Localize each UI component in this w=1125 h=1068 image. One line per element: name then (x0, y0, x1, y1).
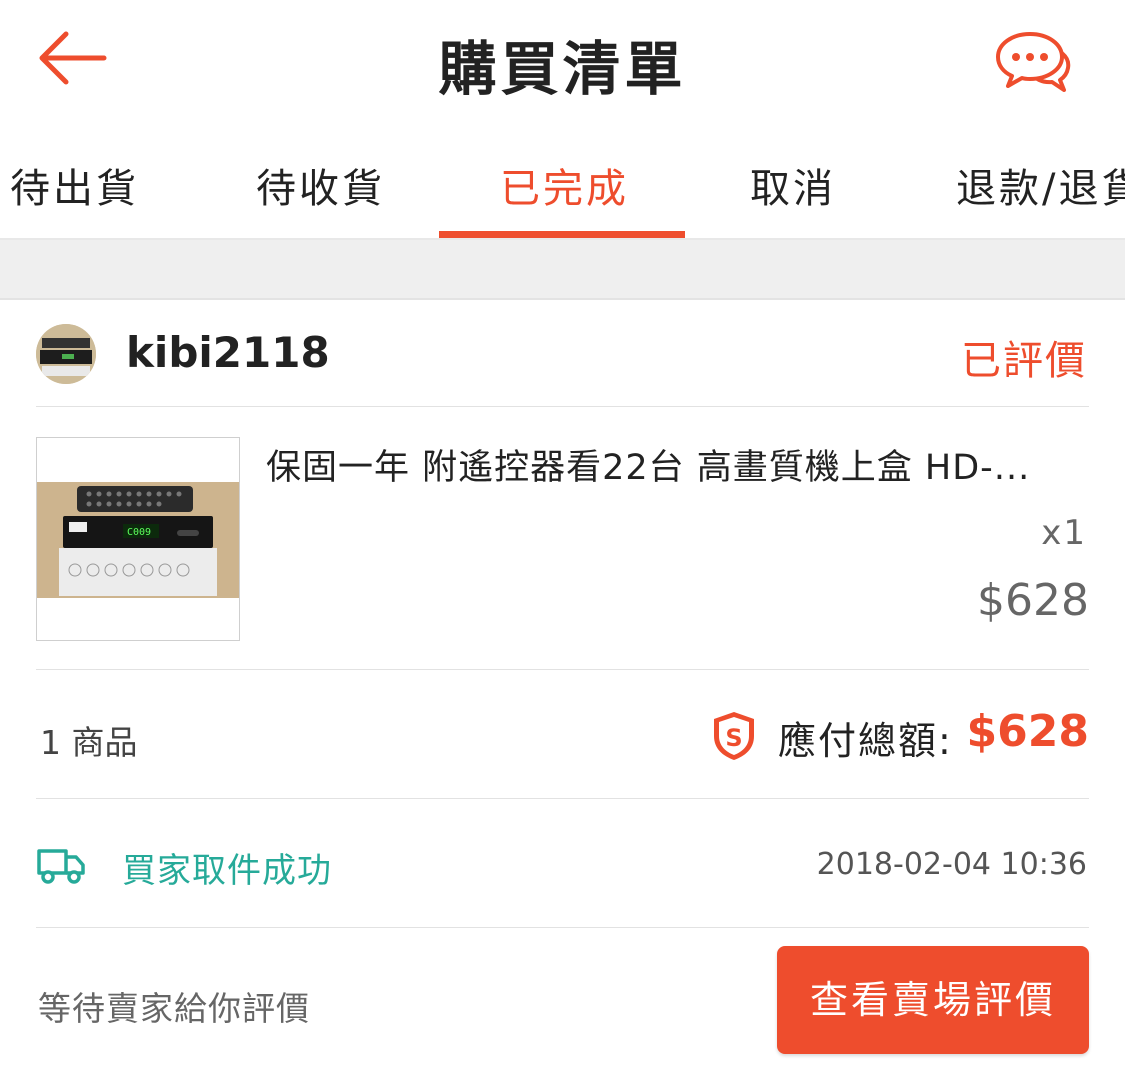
shipping-status-row[interactable]: 買家取件成功 2018-02-04 10:36 (36, 799, 1089, 928)
page-title: 購買清單 (438, 35, 687, 103)
chat-bubbles-icon (996, 32, 1071, 92)
order-actions: 等待賣家給你評價 查看賣場評價 (36, 928, 1089, 1068)
review-hint: 等待賣家給你評價 (38, 989, 310, 1028)
product-price: $628 (977, 575, 1089, 626)
app-header: 購買清單 (0, 0, 1125, 118)
total-label: 應付總額: (778, 719, 953, 763)
order-summary: 1 商品 S 應付總額: $628 (36, 670, 1089, 799)
shopee-guarantee-icon: S (710, 710, 758, 762)
tab-cancelled[interactable]: 取消 (750, 156, 836, 214)
active-tab-indicator (439, 231, 685, 238)
product-thumbnail[interactable]: C009 (36, 437, 240, 641)
shipping-status[interactable]: 買家取件成功 (122, 843, 332, 892)
truck-icon (36, 845, 86, 885)
product-quantity: x1 (1041, 513, 1087, 553)
shop-header[interactable]: kibi2118 已評價 (36, 300, 1089, 407)
view-shop-rating-button[interactable]: 查看賣場評價 (777, 946, 1089, 1054)
shipping-timestamp: 2018-02-04 10:36 (816, 847, 1087, 882)
avatar-image (36, 324, 96, 384)
order-item[interactable]: C009 保固一年 附遙控器看22台 高畫質機上盒 HD-... x1 $628 (36, 407, 1089, 670)
section-divider (0, 238, 1125, 300)
tab-return-refund[interactable]: 退款/退貨 (956, 156, 1125, 214)
svg-text:C009: C009 (127, 527, 151, 538)
product-image: C009 (37, 438, 239, 640)
order-card: kibi2118 已評價 C009 保固一年 附遙控器看22台 高畫質機上盒 H… (0, 300, 1125, 1068)
item-count: 1 商品 (40, 723, 138, 762)
order-status-label: 已評價 (961, 338, 1087, 384)
shop-avatar[interactable] (36, 324, 96, 384)
order-status-tabs: 待出貨 待收貨 已完成 取消 退款/退貨 (0, 118, 1125, 238)
tab-to-ship[interactable]: 待出貨 (10, 156, 139, 214)
svg-text:S: S (725, 724, 742, 752)
product-title[interactable]: 保固一年 附遙控器看22台 高畫質機上盒 HD-... (266, 439, 1096, 490)
chat-button[interactable] (994, 30, 1074, 92)
shop-name[interactable]: kibi2118 (126, 328, 330, 377)
tab-to-receive[interactable]: 待收貨 (256, 156, 385, 214)
total-amount: $628 (966, 706, 1089, 757)
tab-completed[interactable]: 已完成 (500, 156, 629, 214)
